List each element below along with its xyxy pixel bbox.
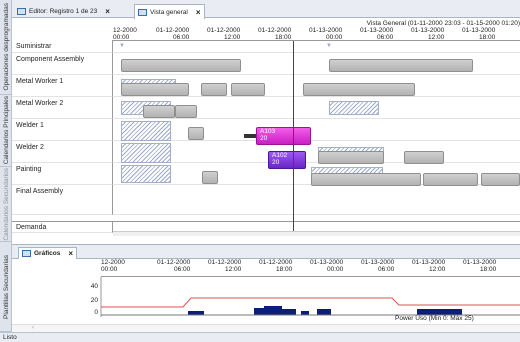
capacity-hatch: [121, 165, 171, 183]
time-tick: 01-13-2000 00:00: [309, 27, 343, 41]
gantt-horizontal-scrollbar[interactable]: [113, 231, 520, 236]
supply-marker-icon: ▼: [119, 43, 125, 49]
task-bar[interactable]: [143, 105, 175, 118]
capacity-hatch: [121, 143, 171, 163]
graficos-time-header: 12-2000 00:00 01-12-2000 06:00 01-12-2000 1…: [101, 259, 520, 277]
usage-bar: [301, 311, 309, 315]
row-label-component-assembly[interactable]: Component Assembly: [12, 53, 113, 75]
gantt-row: [113, 185, 520, 215]
close-icon[interactable]: ×: [196, 8, 201, 17]
document-tab-strip: Editor: Registro 1 de 23 × Vista general…: [12, 0, 520, 19]
time-tick: 01-13-2000 00:00: [310, 259, 344, 273]
time-tick: 01-12-2000 12:00: [208, 259, 242, 273]
time-tick: 01-13-2000 18:00: [463, 259, 497, 273]
supply-marker-icon: ▼: [326, 43, 332, 49]
gantt-time-header: Vista General (01-11-2000 23:03 - 01-15-…: [112, 19, 520, 41]
task-bar[interactable]: [311, 173, 421, 186]
time-tick: 01-12-2000 06:00: [157, 259, 191, 273]
gantt-row: [113, 41, 520, 53]
time-tick: 01-12-2000 18:00: [259, 259, 293, 273]
time-tick: 12-2000 00:00: [113, 27, 137, 41]
table-icon: [17, 8, 26, 15]
task-bar[interactable]: [188, 127, 204, 140]
task-bar[interactable]: [303, 83, 415, 96]
task-bar[interactable]: [318, 151, 384, 164]
close-icon[interactable]: ×: [68, 249, 73, 258]
chart-icon: [138, 8, 147, 16]
task-bar[interactable]: [175, 105, 197, 118]
time-tick: 01-13-2000 06:00: [361, 259, 395, 273]
gantt-row: [113, 119, 520, 141]
current-time-line: [293, 41, 294, 233]
time-tick: 01-12-2000 12:00: [207, 27, 241, 41]
usage-bar: [264, 306, 282, 315]
task-bar[interactable]: [202, 171, 218, 184]
gantt-row: [113, 141, 520, 163]
capacity-hatch: [329, 101, 379, 115]
task-bar[interactable]: [404, 151, 444, 164]
power-usage-chart: 40 20 0 Power Uso (Min 0: Máx 25): [12, 277, 520, 325]
gantt-chart-area[interactable]: ▼ ▼ A103 20 A102 20: [113, 41, 520, 233]
graficos-scrollbar[interactable]: ‹: [12, 324, 520, 332]
gantt-title: Vista General (01-11-2000 23:03 - 01-15-…: [366, 20, 520, 27]
capacity-line: [101, 297, 520, 308]
row-label-metal-worker-1[interactable]: Metal Worker 1: [12, 75, 113, 97]
row-label-welder-2[interactable]: Welder 2: [12, 141, 113, 163]
row-label-suministrar[interactable]: Suministrar: [12, 41, 113, 53]
capacity-hatch: [121, 121, 171, 141]
task-bar[interactable]: [231, 83, 265, 96]
time-tick: 01-12-2000 18:00: [258, 27, 292, 41]
time-tick: 01-13-2000 06:00: [360, 27, 394, 41]
side-tab-calendarios-secundarios[interactable]: Calendarios Secundarios: [0, 167, 12, 242]
task-bar[interactable]: [481, 173, 520, 186]
task-bar-a102[interactable]: A102 20: [268, 151, 306, 169]
task-bar[interactable]: [201, 83, 227, 96]
graficos-tab-strip: Gráficos ×: [12, 244, 520, 259]
usage-bar: [282, 309, 296, 315]
close-icon[interactable]: ×: [105, 7, 110, 16]
row-label-painting[interactable]: Painting: [12, 163, 113, 185]
task-bar[interactable]: [329, 59, 473, 72]
side-tab-calendarios-principales[interactable]: Calendarios Principales: [0, 95, 12, 167]
usage-bar: [254, 308, 264, 315]
tab-graficos[interactable]: Gráficos ×: [18, 247, 78, 259]
chart-legend: Power Uso (Min 0: Máx 25): [395, 315, 474, 322]
tab-vista-general-label: Vista general: [150, 8, 188, 16]
time-tick: 01-13-2000 18:00: [462, 27, 496, 41]
row-label-demanda[interactable]: Demanda: [12, 221, 113, 233]
usage-bar: [188, 311, 204, 315]
time-tick: 01-13-2000 12:00: [411, 27, 445, 41]
status-bar: Listo: [0, 332, 520, 342]
time-tick: 01-12-2000 06:00: [156, 27, 190, 41]
task-bar[interactable]: [423, 173, 478, 186]
side-tab-plantillas-secundarias[interactable]: Plantillas Secundarias: [0, 242, 12, 332]
tab-graficos-label: Gráficos: [34, 250, 61, 257]
task-bar-a103[interactable]: A103 20: [256, 127, 311, 145]
task-bar[interactable]: [121, 83, 189, 96]
chart-icon: [22, 250, 31, 257]
tab-editor-label: Editor: Registro 1 de 23: [29, 8, 98, 15]
tab-vista-general[interactable]: Vista general ×: [134, 4, 205, 19]
row-label-welder-1[interactable]: Welder 1: [12, 119, 113, 141]
row-label-final-assembly[interactable]: Final Assembly: [12, 185, 113, 215]
row-label-metal-worker-2[interactable]: Metal Worker 2: [12, 97, 113, 119]
task-bar[interactable]: [121, 59, 241, 72]
usage-bar: [317, 309, 331, 315]
time-tick: 12-2000 00:00: [101, 259, 125, 273]
left-side-tabs: Operaciones desprogramadas Calendarios P…: [0, 0, 12, 332]
time-tick: 01-13-2000 12:00: [412, 259, 446, 273]
tab-editor[interactable]: Editor: Registro 1 de 23 ×: [14, 5, 113, 18]
side-tab-operaciones[interactable]: Operaciones desprogramadas: [0, 0, 12, 95]
